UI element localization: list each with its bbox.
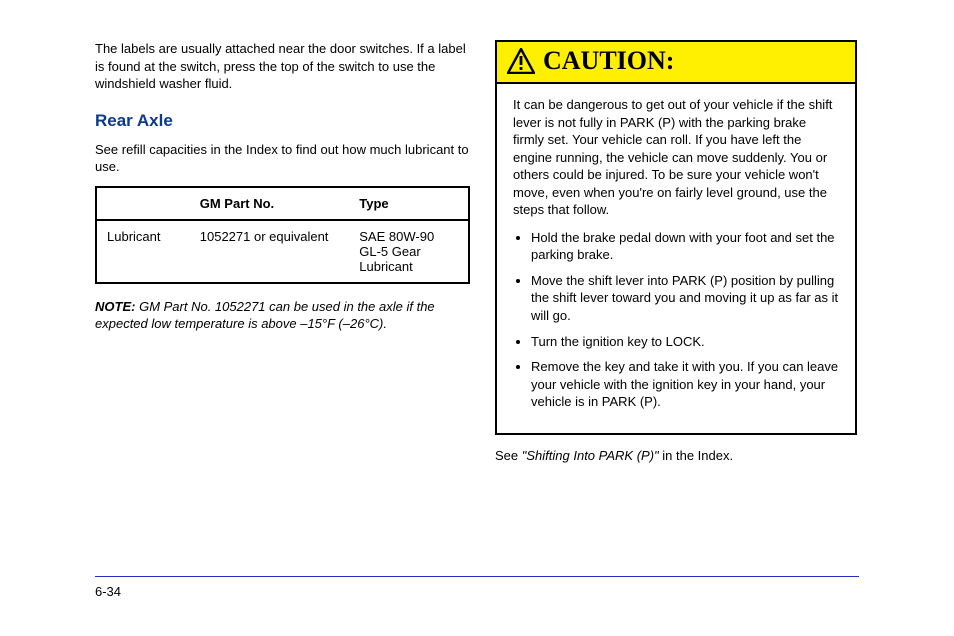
note-label: NOTE: [95,299,135,314]
intro-text: The labels are usually attached near the… [95,40,470,93]
xref-prefix: See [495,448,518,463]
note-paragraph: NOTE: GM Part No. 1052271 can be used in… [95,298,470,333]
footer-rule [95,576,859,577]
caution-steps: Hold the brake pedal down with your foot… [513,229,839,411]
note-text: GM Part No. 1052271 can be used in the a… [95,299,435,332]
table-cell-label: Lubricant [97,221,190,282]
table-header-part: GM Part No. [190,188,350,219]
lubricant-table: GM Part No. Type Lubricant 1052271 or eq… [95,186,470,284]
xref-suffix: in the Index. [662,448,733,463]
xref-title: "Shifting Into PARK (P)" [522,448,659,463]
caution-lead: It can be dangerous to get out of your v… [513,96,839,219]
refill-ref-text: See refill capacities in the Index to fi… [95,141,470,176]
cross-reference: See "Shifting Into PARK (P)" in the Inde… [495,447,857,465]
table-header-row: GM Part No. Type [97,188,468,221]
intro-paragraph: The labels are usually attached near the… [95,40,470,93]
table-cell-part: 1052271 or equivalent [190,221,350,282]
caution-step-4: Remove the key and take it with you. If … [531,358,839,411]
caution-header: CAUTION: [497,42,855,84]
table-cell-type: SAE 80W-90 GL-5 Gear Lubricant [349,221,468,282]
caution-step-2: Move the shift lever into PARK (P) posit… [531,272,839,325]
refill-ref: See refill capacities in the Index to fi… [95,141,470,176]
caution-body: It can be dangerous to get out of your v… [497,84,855,433]
right-column: CAUTION: It can be dangerous to get out … [495,40,857,474]
cross-reference-text: See "Shifting Into PARK (P)" in the Inde… [495,447,857,465]
caution-step-3: Turn the ignition key to LOCK. [531,333,839,351]
left-column: The labels are usually attached near the… [95,40,470,343]
rear-axle-heading: Rear Axle [95,111,470,131]
caution-step-1: Hold the brake pedal down with your foot… [531,229,839,264]
table-header-blank [97,188,190,219]
table-header-type: Type [349,188,468,219]
table-row: Lubricant 1052271 or equivalent SAE 80W-… [97,221,468,282]
warning-triangle-icon [507,48,535,74]
note-block: NOTE: GM Part No. 1052271 can be used in… [95,298,470,333]
page-number: 6-34 [95,584,121,599]
caution-label: CAUTION: [543,46,674,76]
caution-box: CAUTION: It can be dangerous to get out … [495,40,857,435]
